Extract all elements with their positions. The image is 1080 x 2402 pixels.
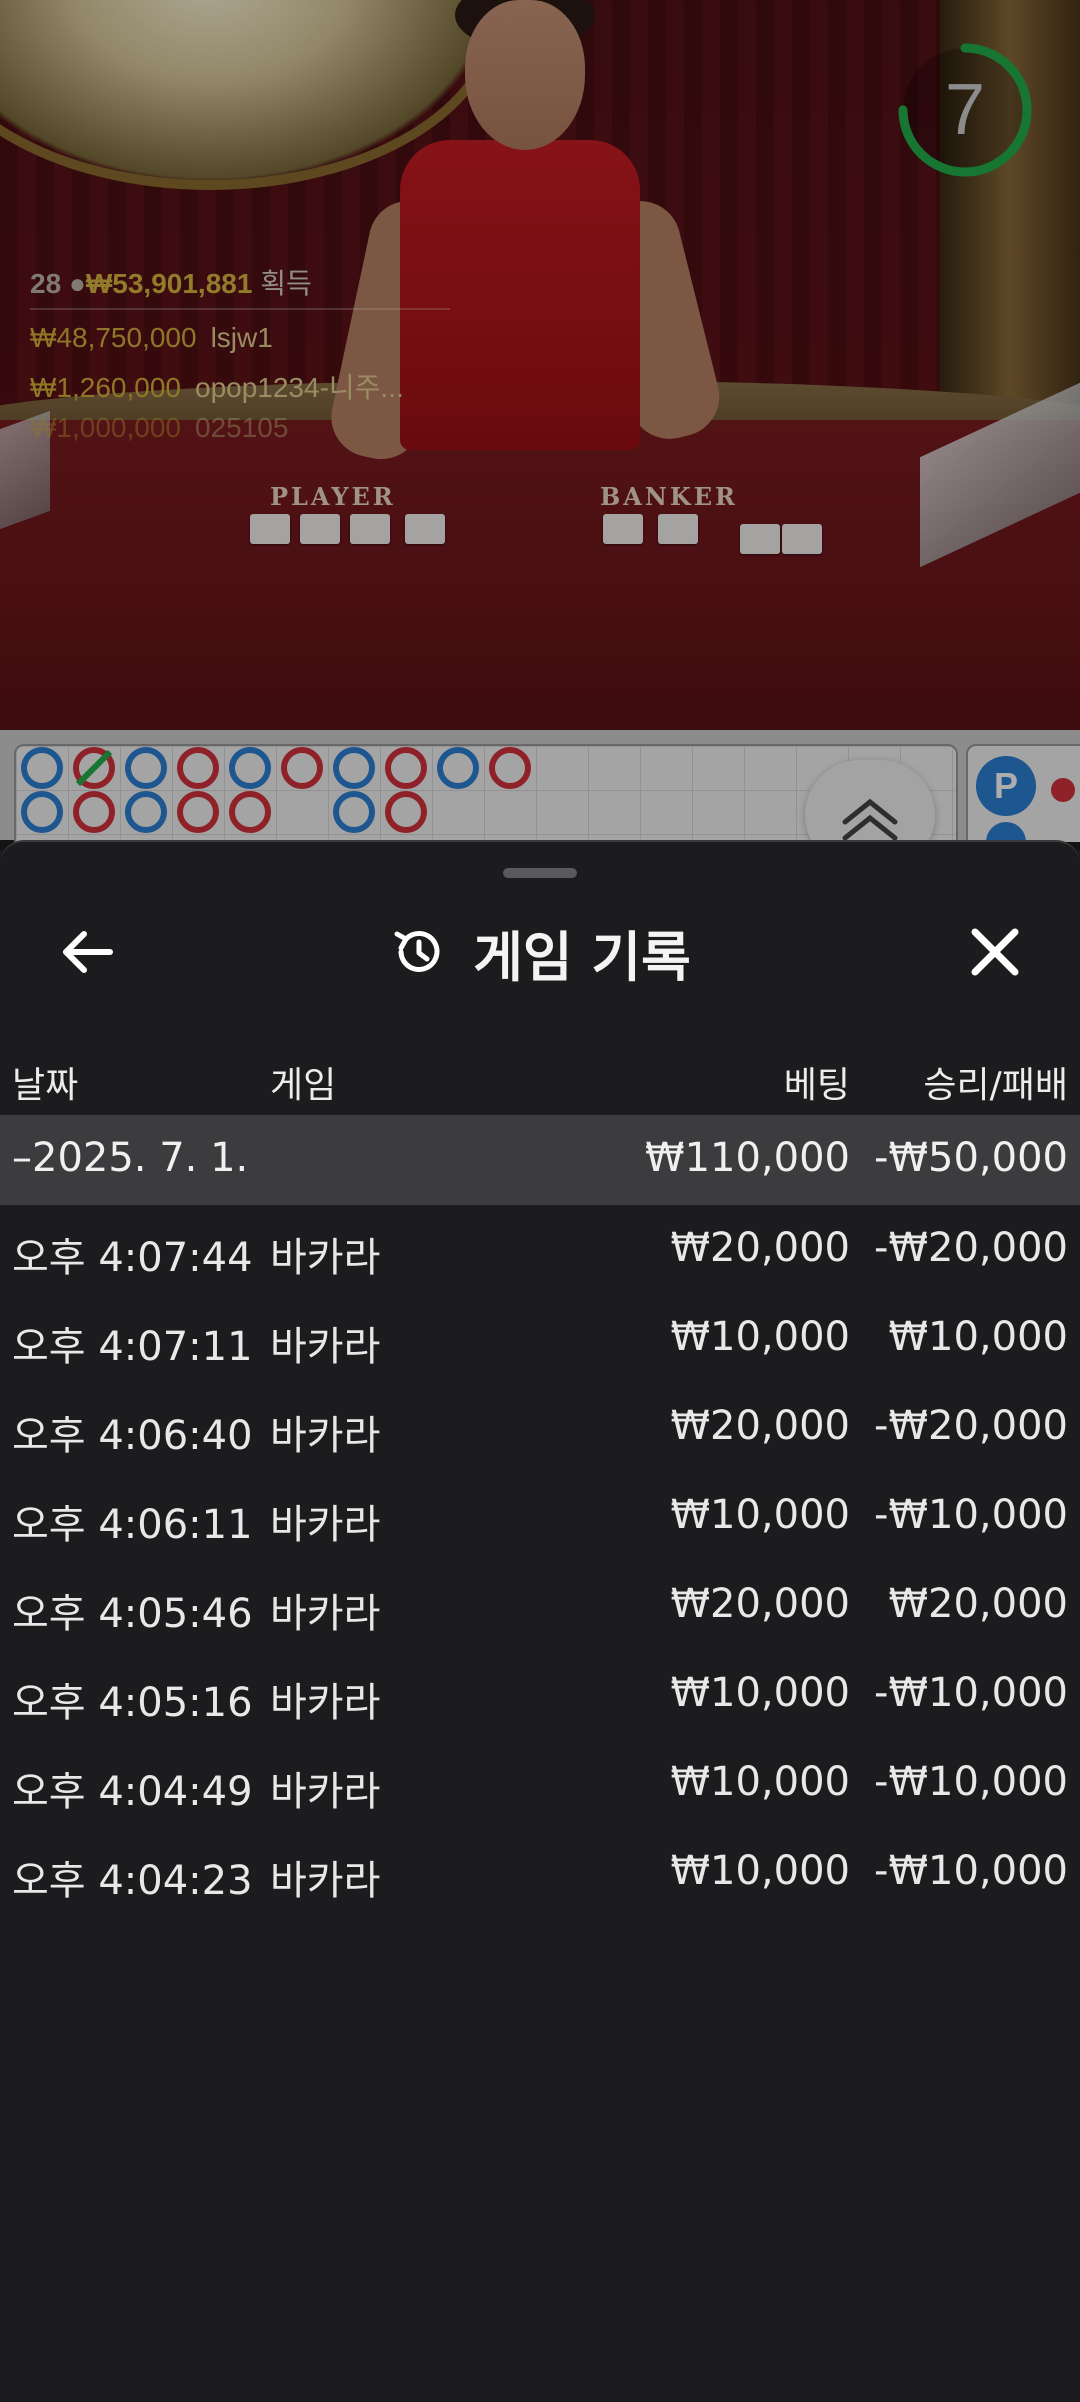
row-time: 오후 4:05:16: [12, 1680, 253, 1726]
row-bet: ₩10,000: [670, 1848, 850, 1894]
history-row[interactable]: 오후 4:07:44 바카라 ₩20,000 -₩20,000: [0, 1215, 1080, 1304]
row-game: 바카라: [270, 1591, 381, 1637]
row-result: -₩10,000: [874, 1492, 1068, 1538]
row-bet: ₩20,000: [670, 1225, 850, 1271]
row-bet: ₩10,000: [670, 1759, 850, 1805]
row-game: 바카라: [270, 1502, 381, 1548]
row-bet: ₩10,000: [670, 1670, 850, 1716]
close-icon: [971, 928, 1019, 976]
history-row[interactable]: 오후 4:05:16 바카라 ₩10,000 -₩10,000: [0, 1660, 1080, 1749]
table-header: 날짜 게임 베팅 승리/패배: [0, 1032, 1080, 1122]
history-row[interactable]: 오후 4:06:40 바카라 ₩20,000 -₩20,000: [0, 1393, 1080, 1482]
group-win-loss-total: -₩50,000: [874, 1135, 1068, 1181]
row-bet: ₩20,000: [670, 1581, 850, 1627]
sheet-header: 게임 기록: [0, 912, 1080, 992]
modal-backdrop[interactable]: [0, 0, 1080, 850]
column-bet: 베팅: [783, 1065, 850, 1106]
row-game: 바카라: [270, 1413, 381, 1459]
history-row[interactable]: 오후 4:06:11 바카라 ₩10,000 -₩10,000: [0, 1482, 1080, 1571]
row-bet: ₩20,000: [670, 1403, 850, 1449]
history-row[interactable]: 오후 4:04:23 바카라 ₩10,000 -₩10,000: [0, 1838, 1080, 1927]
row-result: -₩10,000: [874, 1670, 1068, 1716]
history-row[interactable]: 오후 4:05:46 바카라 ₩20,000 ₩20,000: [0, 1571, 1080, 1660]
row-game: 바카라: [270, 1769, 381, 1815]
history-row[interactable]: 오후 4:07:11 바카라 ₩10,000 ₩10,000: [0, 1304, 1080, 1393]
row-game: 바카라: [270, 1858, 381, 1904]
sheet-title: 게임 기록: [473, 925, 691, 989]
row-time: 오후 4:04:23: [12, 1858, 253, 1904]
row-bet: ₩10,000: [670, 1492, 850, 1538]
row-game: 바카라: [270, 1680, 381, 1726]
row-game: 바카라: [270, 1324, 381, 1370]
row-result: -₩20,000: [874, 1403, 1068, 1449]
row-time: 오후 4:04:49: [12, 1769, 253, 1815]
row-time: 오후 4:07:44: [12, 1235, 253, 1281]
history-row[interactable]: 오후 4:04:49 바카라 ₩10,000 -₩10,000: [0, 1749, 1080, 1838]
row-time: 오후 4:06:11: [12, 1502, 253, 1548]
row-game: 바카라: [270, 1235, 381, 1281]
row-bet: ₩10,000: [670, 1314, 850, 1360]
row-time: 오후 4:07:11: [12, 1324, 253, 1370]
row-result: ₩20,000: [888, 1581, 1068, 1627]
group-bet-total: ₩110,000: [645, 1135, 850, 1181]
history-list: 오후 4:07:44 바카라 ₩20,000 -₩20,000 오후 4:07:…: [0, 1215, 1080, 1927]
row-result: ₩10,000: [888, 1314, 1068, 1360]
history-icon: [394, 930, 440, 972]
group-date: –2025. 7. 1.: [12, 1135, 249, 1181]
date-group-row[interactable]: –2025. 7. 1. ₩110,000 -₩50,000: [0, 1115, 1080, 1205]
close-button[interactable]: [955, 912, 1035, 992]
column-date: 날짜: [12, 1065, 79, 1106]
game-history-sheet: 게임 기록 날짜 게임 베팅 승리/패배 –2025. 7. 1. ₩110,0…: [0, 840, 1080, 2402]
row-result: -₩10,000: [874, 1848, 1068, 1894]
row-result: -₩20,000: [874, 1225, 1068, 1271]
drag-handle[interactable]: [503, 868, 577, 878]
column-win-loss: 승리/패배: [923, 1065, 1068, 1106]
row-time: 오후 4:05:46: [12, 1591, 253, 1637]
column-game: 게임: [270, 1065, 337, 1106]
row-time: 오후 4:06:40: [12, 1413, 253, 1459]
row-result: -₩10,000: [874, 1759, 1068, 1805]
